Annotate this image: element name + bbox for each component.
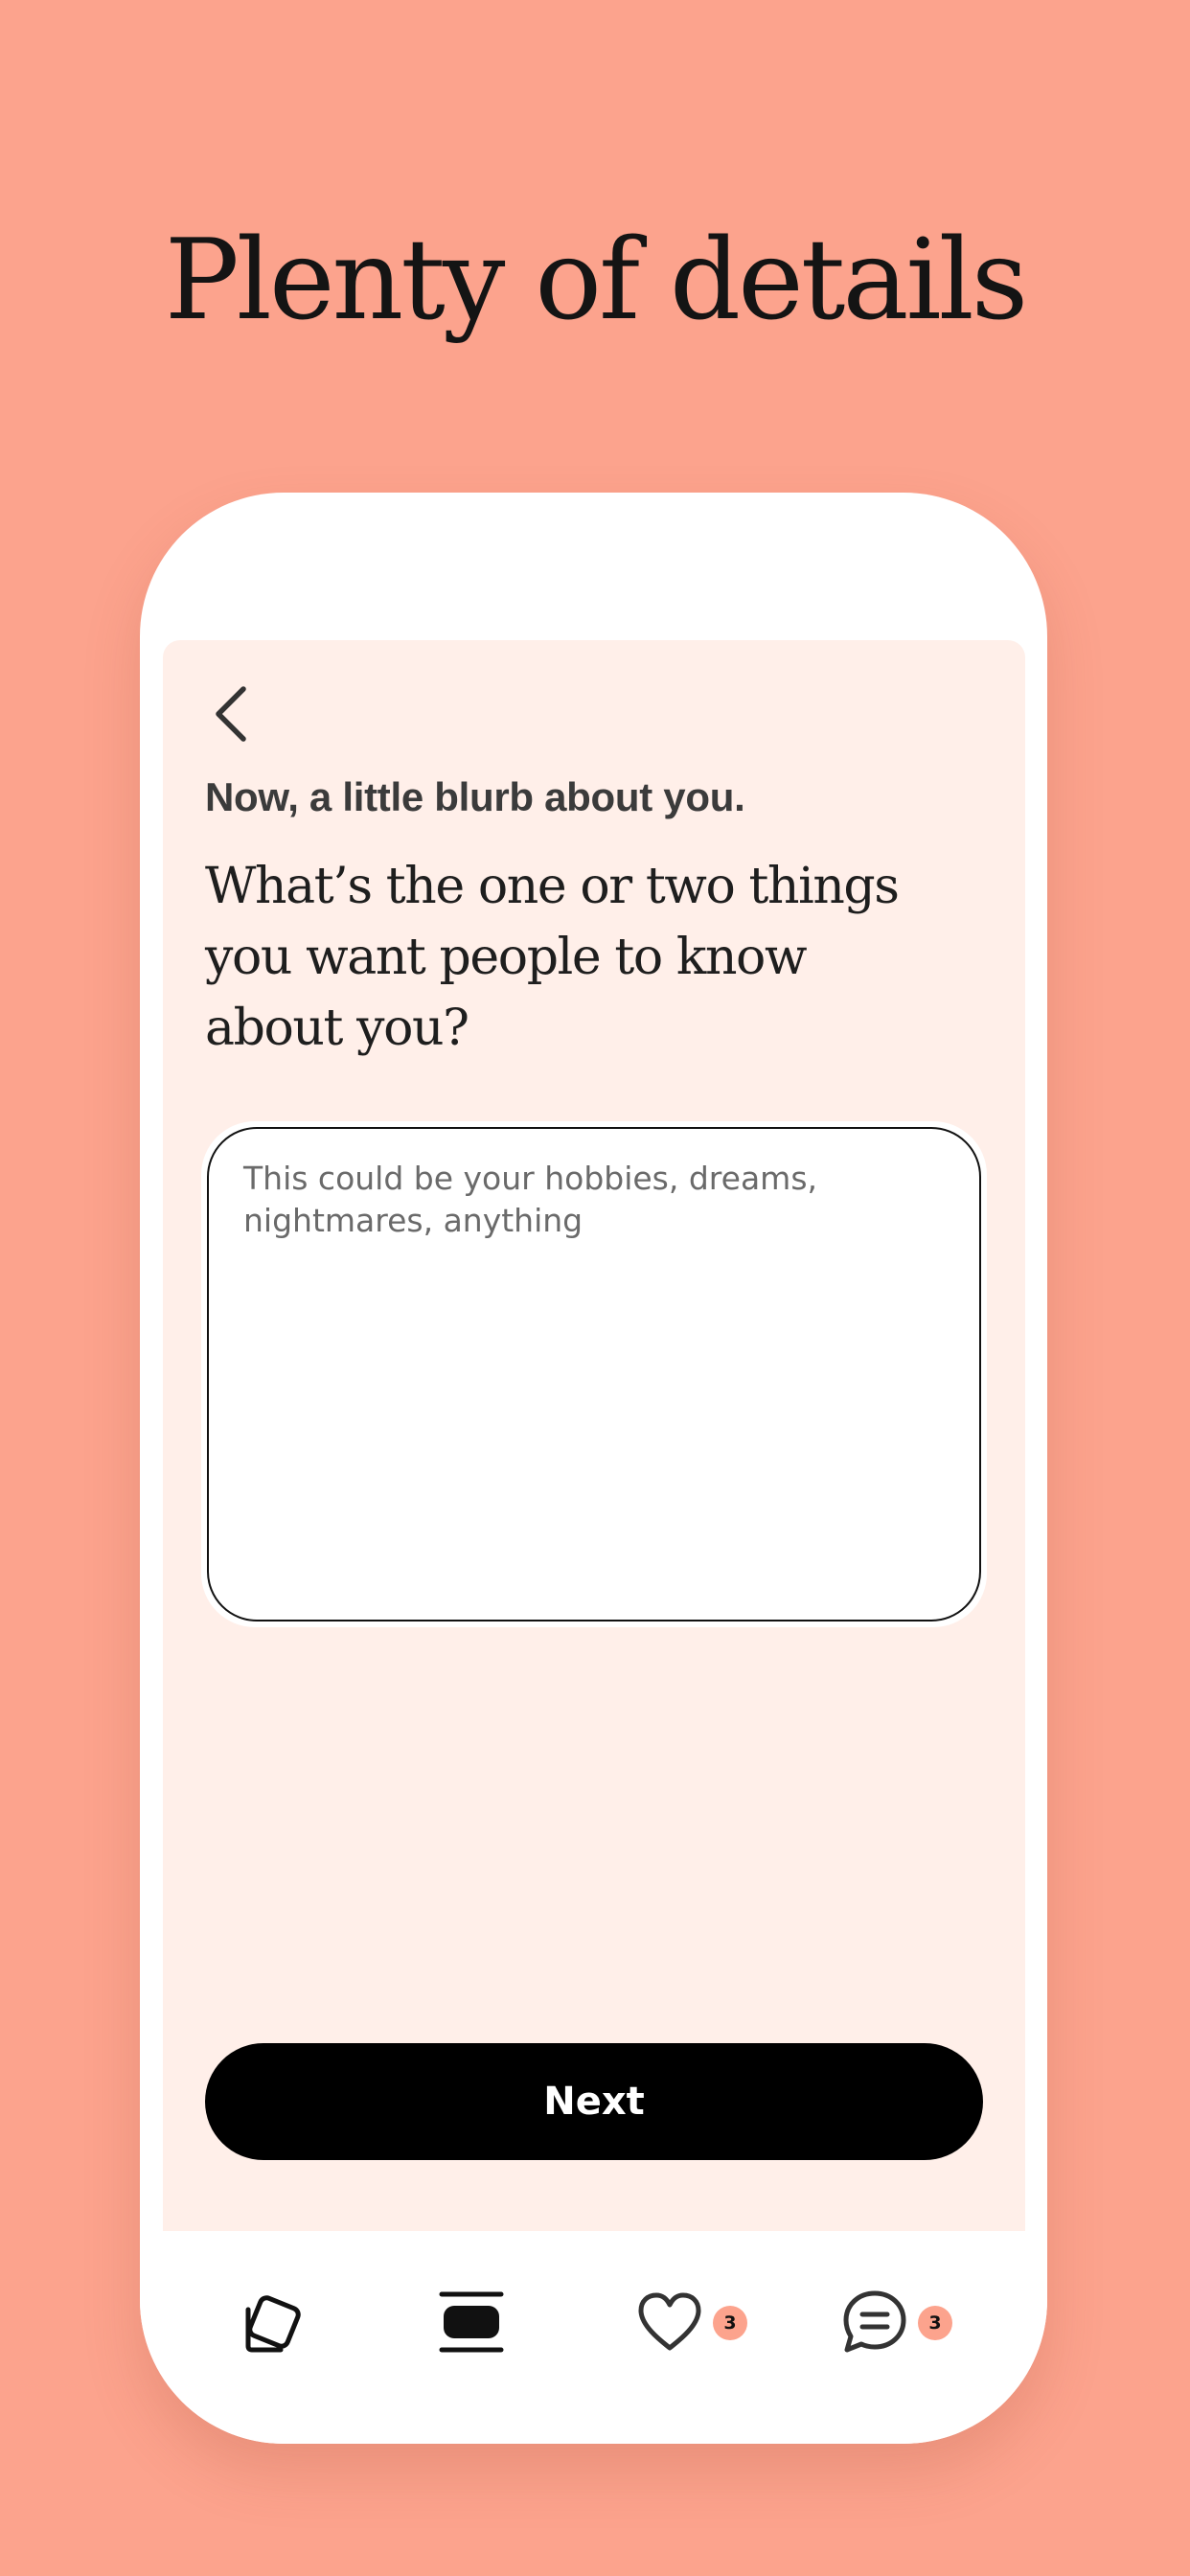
profile-prompt-screen: Now, a little blurb about you. What’s th…	[163, 640, 1025, 2231]
prompt-question: What’s the one or two things you want pe…	[205, 858, 900, 1057]
standouts-icon	[439, 2291, 504, 2353]
blurb-field-container	[201, 1121, 987, 1627]
tab-discover[interactable]	[207, 2231, 341, 2413]
phone-frame: Now, a little blurb about you. What’s th…	[140, 493, 1047, 2444]
chevron-left-icon	[216, 686, 246, 742]
blurb-textarea[interactable]	[207, 1127, 981, 1622]
chat-bubble-icon	[843, 2290, 906, 2353]
next-button[interactable]: Next	[205, 2043, 983, 2160]
promo-headline: Plenty of details	[164, 216, 1029, 345]
promo-page: Plenty of details Now, a little blurb ab…	[0, 0, 1190, 2576]
back-button[interactable]	[201, 680, 259, 748]
heart-icon	[638, 2292, 701, 2351]
likes-badge: 3	[713, 2306, 747, 2340]
cards-icon	[245, 2295, 301, 2353]
prompt-eyebrow: Now, a little blurb about you.	[205, 774, 745, 819]
tab-standouts[interactable]	[404, 2231, 538, 2413]
tab-likes[interactable]: 3	[606, 2231, 768, 2413]
bottom-tab-bar: 3 3	[140, 2231, 1047, 2444]
messages-badge: 3	[918, 2306, 952, 2340]
tab-messages[interactable]: 3	[811, 2231, 973, 2413]
